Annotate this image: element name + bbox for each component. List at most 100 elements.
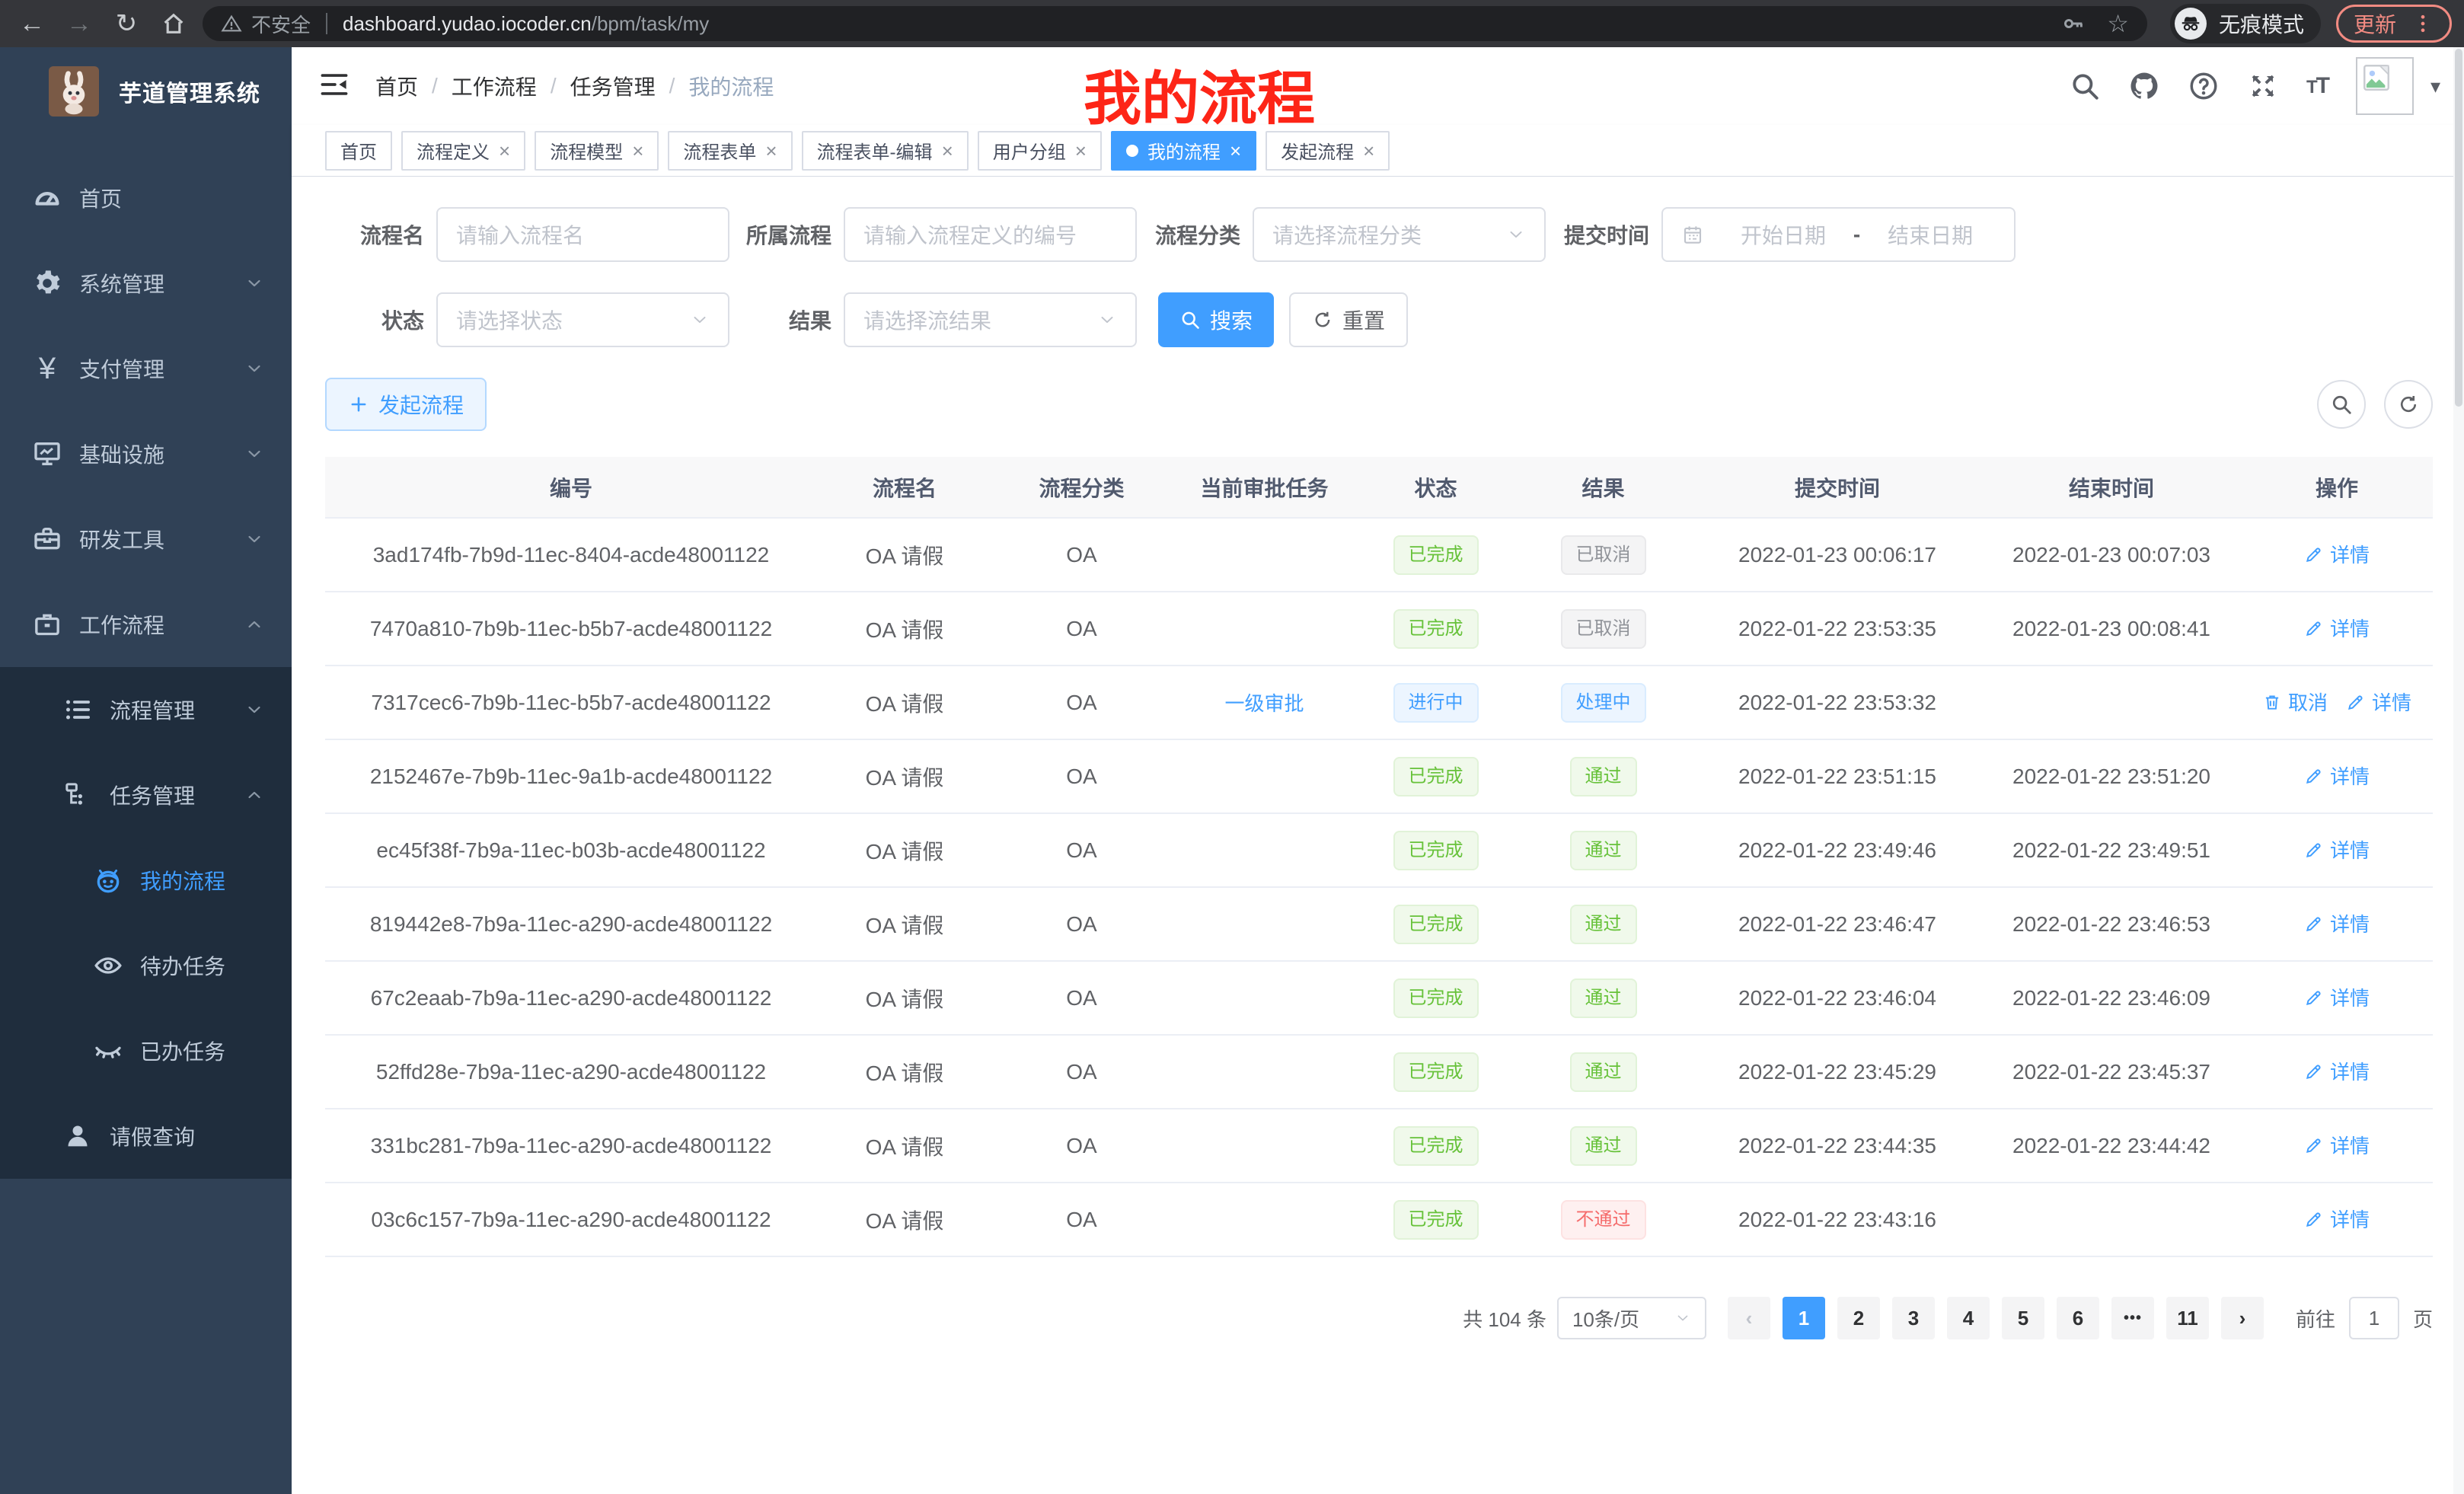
status-select[interactable]: 请选择状态 [436,292,729,347]
detail-action-link[interactable]: 详情 [2304,1205,2370,1233]
close-icon[interactable]: × [1075,141,1087,161]
hamburger-icon[interactable] [318,68,354,104]
detail-action-link[interactable]: 详情 [2304,835,2370,864]
process-name-input[interactable]: 请输入流程名 [436,207,729,262]
page-number-button[interactable]: 2 [1837,1297,1880,1339]
sidebar-item[interactable]: 已办任务 [0,1008,292,1093]
page-scrollbar[interactable] [2453,47,2464,1494]
back-icon[interactable]: ← [12,5,52,42]
avatar[interactable] [2356,57,2414,115]
page-number-button[interactable]: 11 [2166,1297,2209,1339]
search-button[interactable]: 搜索 [1158,292,1274,347]
detail-action-link[interactable]: 详情 [2304,909,2370,937]
sidebar-item[interactable]: 系统管理 [0,241,292,326]
page-number-button[interactable]: 3 [1892,1297,1935,1339]
result-tag: 已取消 [1561,535,1646,575]
result-select[interactable]: 请选择流结果 [844,292,1137,347]
pagination-ellipsis[interactable]: ••• [2111,1297,2154,1339]
sidebar-item[interactable]: 我的流程 [0,838,292,923]
forward-icon[interactable]: → [59,5,99,42]
sidebar-item-label: 基础设施 [79,439,244,469]
date-end-placeholder[interactable]: 结束日期 [1865,219,1996,250]
tags-view-tab[interactable]: 我的流程× [1111,131,1256,171]
chrome-update-button[interactable]: 更新 [2336,5,2452,43]
date-start-placeholder[interactable]: 开始日期 [1718,219,1849,250]
process-definition-input[interactable]: 请输入流程定义的编号 [844,207,1137,262]
breadcrumb-item[interactable]: 工作流程 [452,71,537,101]
detail-action-link[interactable]: 详情 [2304,983,2370,1011]
page-number-button[interactable]: 4 [1947,1297,1990,1339]
detail-action-link[interactable]: 详情 [2304,761,2370,790]
sidebar-item[interactable]: 请假查询 [0,1093,292,1179]
fullscreen-icon[interactable] [2247,70,2279,102]
submit-time-range-picker[interactable]: 开始日期 - 结束日期 [1661,207,2016,262]
close-icon[interactable]: × [1363,141,1374,161]
page-number-button[interactable]: 1 [1783,1297,1825,1339]
tags-view-tab[interactable]: 流程表单-编辑× [802,131,969,171]
detail-action-link[interactable]: 详情 [2304,1057,2370,1085]
sidebar-menu: 首页系统管理¥支付管理基础设施研发工具工作流程流程管理任务管理我的流程待办任务已… [0,155,292,1179]
sidebar-item[interactable]: ¥支付管理 [0,326,292,411]
avatar-caret-down-icon[interactable]: ▾ [2430,75,2440,98]
sidebar-item[interactable]: 研发工具 [0,496,292,582]
close-icon[interactable]: × [499,141,510,161]
current-task-link[interactable]: 一级审批 [1224,688,1304,717]
scrollbar-thumb[interactable] [2455,49,2462,407]
breadcrumb-item[interactable]: 任务管理 [570,71,656,101]
prev-page-button[interactable]: ‹ [1728,1297,1770,1339]
cell-process-category: OA [992,961,1171,1035]
address-bar[interactable]: 不安全 dashboard.yudao.iocoder.cn/bpm/task/… [203,6,2147,41]
sidebar-item-label: 任务管理 [110,780,244,810]
bookmark-star-icon[interactable]: ☆ [2107,9,2129,38]
refresh-table-button[interactable] [2384,380,2433,429]
detail-action-link[interactable]: 详情 [2304,614,2370,642]
page-number-button[interactable]: 6 [2057,1297,2099,1339]
filter-submit-time-label: 提交时间 [1564,219,1649,250]
detail-action-link[interactable]: 详情 [2304,540,2370,568]
tags-view-tab[interactable]: 流程表单× [668,131,792,171]
active-tab-dot [1126,145,1138,157]
cell-end-time: 2022-01-23 00:07:03 [1982,518,2241,592]
browser-menu-dots-icon[interactable] [2411,12,2434,35]
password-key-icon[interactable] [2061,11,2086,36]
breadcrumb-item[interactable]: 首页 [375,71,418,101]
app-logo-row[interactable]: 芋道管理系统 [0,47,292,136]
github-icon[interactable] [2128,70,2160,102]
cell-process-name: OA 请假 [817,666,992,739]
detail-action-link[interactable]: 详情 [2346,688,2411,716]
tags-view-tab[interactable]: 首页 [325,131,392,171]
font-size-icon[interactable]: TT [2306,73,2328,99]
sidebar-item[interactable]: 任务管理 [0,752,292,838]
sidebar-item[interactable]: 首页 [0,155,292,241]
sidebar-item[interactable]: 基础设施 [0,411,292,496]
sidebar-item[interactable]: 工作流程 [0,582,292,667]
tags-view-tab[interactable]: 流程定义× [401,131,525,171]
close-icon[interactable]: × [765,141,777,161]
tags-view-tab[interactable]: 发起流程× [1266,131,1390,171]
detail-action-link[interactable]: 详情 [2304,1131,2370,1159]
sidebar-item[interactable]: 流程管理 [0,667,292,752]
tags-view-tab[interactable]: 流程模型× [535,131,659,171]
tags-view-tab[interactable]: 用户分组× [978,131,1102,171]
close-icon[interactable]: × [632,141,643,161]
start-process-button[interactable]: 发起流程 [325,378,487,431]
page-number-button[interactable]: 5 [2002,1297,2044,1339]
result-tag: 通过 [1570,1126,1637,1166]
category-select[interactable]: 请选择流程分类 [1253,207,1546,262]
close-icon[interactable]: × [1230,141,1241,161]
close-icon[interactable]: × [942,141,953,161]
home-icon[interactable] [154,5,193,42]
next-page-button[interactable]: › [2221,1297,2264,1339]
cell-process-name: OA 请假 [817,739,992,813]
cell-end-time: 2022-01-22 23:49:51 [1982,813,2241,887]
reset-button[interactable]: 重置 [1289,292,1408,347]
security-indicator[interactable]: 不安全 [221,10,311,38]
jump-page-input[interactable]: 1 [2349,1297,2399,1339]
page-size-select[interactable]: 10条/页 [1557,1297,1706,1339]
sidebar-item[interactable]: 待办任务 [0,923,292,1008]
cancel-action-link[interactable]: 取消 [2262,688,2328,716]
show-search-toggle-button[interactable] [2317,380,2366,429]
help-icon[interactable] [2188,70,2220,102]
reload-icon[interactable]: ↻ [107,5,146,42]
search-icon[interactable] [2069,70,2101,102]
